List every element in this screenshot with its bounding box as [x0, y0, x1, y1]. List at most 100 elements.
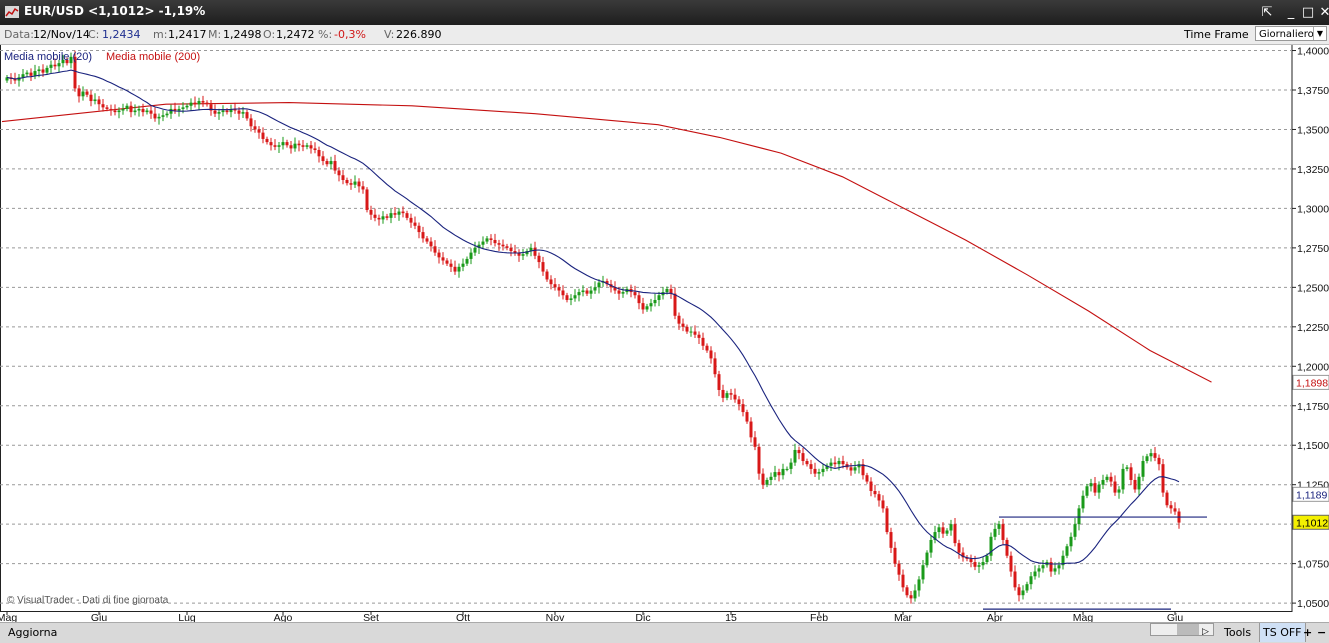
candle-down — [565, 295, 569, 300]
tools-button[interactable]: Tools — [1224, 623, 1251, 642]
y-tick-label: 1,2000 — [1297, 361, 1329, 373]
candle-up — [169, 108, 173, 114]
candle-down — [869, 481, 873, 492]
candle-down — [541, 262, 545, 272]
candle-down — [141, 108, 145, 113]
y-tick-label: 1,2500 — [1297, 282, 1329, 294]
candle-up — [773, 472, 777, 477]
candle-down — [393, 213, 397, 215]
scroll-right-icon[interactable]: ▷ — [1202, 623, 1212, 642]
candle-down — [261, 132, 265, 139]
candle-up — [1125, 467, 1129, 469]
candle-down — [193, 102, 197, 105]
candle-down — [269, 142, 273, 146]
candle-down — [849, 467, 853, 471]
candle-down — [325, 161, 329, 165]
x-tick-label: Apr — [987, 612, 1004, 622]
candle-down — [509, 247, 513, 252]
candle-down — [1013, 571, 1017, 588]
candle-up — [1057, 565, 1061, 569]
candle-up — [949, 524, 953, 531]
candle-down — [729, 393, 733, 395]
candle-down — [1109, 476, 1113, 482]
candle-down — [257, 129, 261, 133]
ts-off-button[interactable]: TS OFF — [1259, 623, 1306, 642]
time-frame-select[interactable]: Giornaliero ▼ — [1255, 26, 1327, 41]
zoom-out-button[interactable]: − — [1317, 623, 1326, 642]
candle-down — [941, 527, 945, 534]
candle-up — [817, 472, 821, 474]
scroll-thumb[interactable] — [1177, 624, 1199, 635]
price-tag-ma20: 1,1189 — [1296, 489, 1327, 501]
close-button[interactable]: ✕ — [1316, 4, 1329, 21]
candle-up — [997, 524, 1001, 529]
candle-up — [469, 252, 473, 259]
max-value: 1,2498 — [223, 28, 262, 41]
candle-down — [493, 239, 497, 244]
candle-up — [1053, 568, 1057, 572]
candle-up — [1141, 461, 1145, 477]
candle-up — [785, 468, 789, 470]
pct-label: %: — [318, 28, 333, 41]
chart-app-icon — [5, 6, 19, 18]
candle-up — [157, 116, 161, 119]
candle-down — [1161, 464, 1165, 493]
candle-down — [289, 145, 293, 149]
chart-svg[interactable]: 1,4000 1,3750 1,3500 1,3250 1,3000 1,2750 1,25… — [0, 45, 1329, 622]
candle-down — [673, 293, 677, 316]
candle-down — [833, 462, 837, 465]
candle-up — [1037, 568, 1041, 572]
candle-down — [297, 143, 301, 146]
y-tick-label: 1,2750 — [1297, 243, 1329, 255]
minimize-button[interactable]: _ — [1282, 4, 1300, 21]
candle-up — [981, 562, 985, 566]
candle-up — [689, 331, 693, 333]
candle-down — [1017, 587, 1021, 596]
candle-up — [21, 74, 25, 78]
candle-down — [1129, 467, 1133, 480]
candle-down — [225, 110, 229, 113]
candle-down — [757, 446, 761, 474]
candle-down — [797, 449, 801, 454]
candle-up — [1121, 468, 1125, 490]
candle-down — [1157, 457, 1161, 465]
candle-up — [1033, 571, 1037, 577]
refresh-button[interactable]: Aggiorna — [8, 623, 57, 642]
candle-up — [1097, 484, 1101, 493]
candle-down — [405, 213, 409, 218]
price-chart[interactable]: 1,4000 1,3750 1,3500 1,3250 1,3000 1,2750 1,25… — [0, 45, 1329, 622]
pin-window-button[interactable]: ⇱ — [1258, 4, 1276, 21]
candle-up — [925, 552, 929, 566]
x-tick-label: Lug — [178, 612, 196, 622]
candle-down — [637, 295, 641, 304]
candle-down — [501, 244, 505, 247]
candle-down — [1169, 505, 1173, 509]
candle-down — [453, 266, 457, 272]
candle-down — [153, 113, 157, 119]
min-value: 1,2417 — [168, 28, 207, 41]
zoom-in-button[interactable]: + — [1303, 623, 1312, 642]
candle-down — [813, 468, 817, 474]
chevron-down-icon: ▼ — [1313, 27, 1326, 40]
candle-down — [421, 232, 425, 239]
candle-down — [953, 524, 957, 544]
pct-value: -0,3% — [334, 28, 366, 41]
candle-up — [589, 290, 593, 294]
x-tick-label: Mar — [894, 612, 913, 622]
candle-down — [969, 558, 973, 563]
y-tick-label: 1,0750 — [1297, 559, 1329, 571]
candle-down — [545, 271, 549, 280]
candle-up — [485, 238, 489, 242]
maximize-button[interactable]: □ — [1299, 4, 1317, 21]
time-frame-label: Time Frame — [1184, 28, 1249, 41]
candle-down — [109, 108, 113, 111]
candle-up — [725, 393, 729, 398]
candle-down — [1133, 479, 1137, 490]
candle-down — [905, 587, 909, 596]
candle-down — [385, 216, 389, 218]
x-tick-label: Feb — [810, 612, 828, 622]
candle-up — [1145, 456, 1149, 462]
candle-up — [593, 287, 597, 291]
candle-down — [333, 161, 337, 171]
candle-up — [937, 527, 941, 533]
